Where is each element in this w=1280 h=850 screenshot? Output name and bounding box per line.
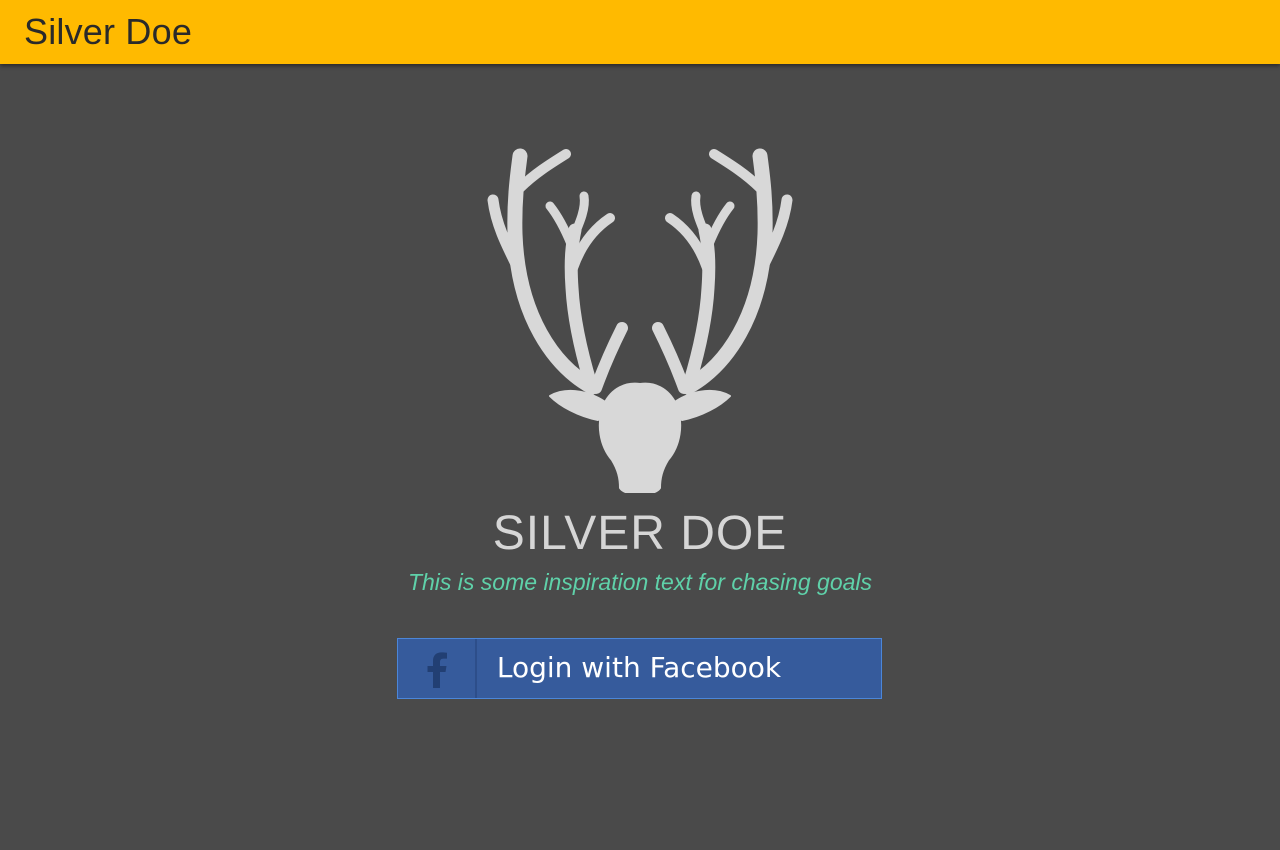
login-screen: SILVER DOE This is some inspiration text…	[0, 64, 1280, 850]
app-title: Silver Doe	[24, 11, 193, 52]
facebook-f-icon	[427, 652, 447, 688]
inspiration-tagline: This is some inspiration text for chasin…	[407, 569, 873, 595]
deer-antlers-icon	[487, 148, 793, 493]
facebook-login-label: Login with Facebook	[496, 651, 782, 684]
brand-name: SILVER DOE	[492, 507, 788, 560]
facebook-login-button[interactable]: Login with Facebook	[397, 638, 882, 699]
app-bar: Silver Doe	[0, 0, 1280, 64]
facebook-icon-box	[398, 639, 477, 698]
